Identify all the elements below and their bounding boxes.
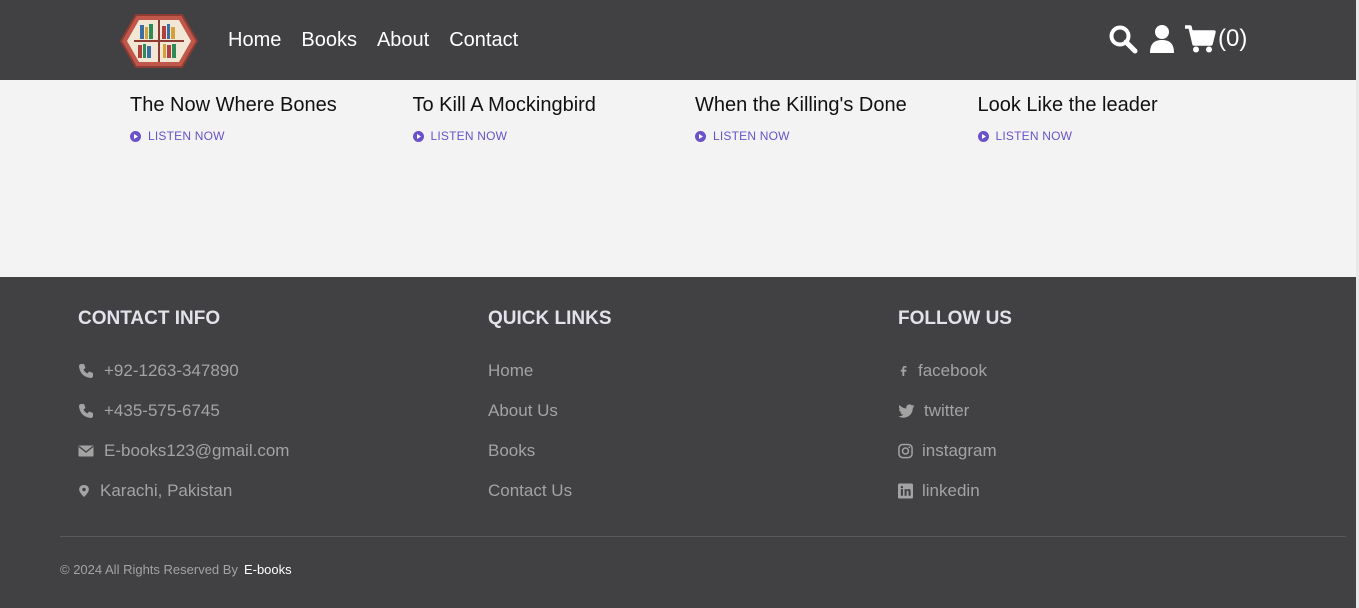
user-icon[interactable] <box>1148 24 1176 54</box>
nav-contact[interactable]: Contact <box>449 28 518 52</box>
social-label: linkedin <box>922 481 980 500</box>
phone-icon <box>79 404 93 418</box>
nav-about[interactable]: About <box>377 28 429 52</box>
linkedin-icon <box>898 483 913 499</box>
social-label: facebook <box>918 361 987 380</box>
social-label: twitter <box>924 401 970 420</box>
phone-icon <box>79 364 93 378</box>
twitter-icon <box>898 404 915 418</box>
site-footer: CONTACT INFO +92-1263-347890 +435-575-67… <box>0 277 1356 608</box>
header-actions: (0) <box>1108 24 1247 54</box>
book-list: The Now Where Bones LISTEN NOW To Kill A… <box>130 92 1260 143</box>
footer-link-contact[interactable]: Contact Us <box>488 479 612 503</box>
listen-now-label: LISTEN NOW <box>430 129 508 143</box>
footer-divider <box>60 536 1346 537</box>
phone-number: +435-575-6745 <box>104 401 220 420</box>
email-address: E-books123@gmail.com <box>104 441 290 460</box>
footer-link-about[interactable]: About Us <box>488 399 612 423</box>
phone-item: +435-575-6745 <box>78 399 289 423</box>
phone-number: +92-1263-347890 <box>104 361 239 380</box>
site-header: Home Books About Contact (0) <box>0 0 1356 80</box>
listen-now-label: LISTEN NOW <box>995 129 1073 143</box>
quick-links-title: QUICK LINKS <box>488 308 612 329</box>
book-title[interactable]: The Now Where Bones <box>130 92 413 118</box>
logo-icon[interactable] <box>120 13 198 69</box>
email-item: E-books123@gmail.com <box>78 439 289 463</box>
social-link-linkedin[interactable]: linkedin <box>898 479 1012 503</box>
listen-now-link[interactable]: LISTEN NOW <box>130 129 413 143</box>
follow-us-title: FOLLOW US <box>898 308 1012 329</box>
play-circle-icon <box>412 130 424 142</box>
facebook-icon <box>900 366 907 376</box>
map-pin-icon <box>79 485 89 497</box>
location-text: Karachi, Pakistan <box>100 481 233 500</box>
contact-info-column: CONTACT INFO +92-1263-347890 +435-575-67… <box>78 307 289 519</box>
book-title[interactable]: When the Killing's Done <box>695 92 978 118</box>
book-card: To Kill A Mockingbird LISTEN NOW <box>412 92 696 143</box>
social-link-twitter[interactable]: twitter <box>898 399 1012 423</box>
contact-info-title: CONTACT INFO <box>78 308 221 329</box>
follow-us-column: FOLLOW US facebook twitter instagram lin… <box>898 307 1012 519</box>
phone-item: +92-1263-347890 <box>78 359 289 383</box>
book-card: Look Like the leader LISTEN NOW <box>977 92 1261 143</box>
listen-now-label: LISTEN NOW <box>148 129 225 143</box>
envelope-icon <box>78 445 94 457</box>
copyright-text: © 2024 All Rights Reserved By <box>60 562 238 577</box>
social-link-facebook[interactable]: facebook <box>898 359 1012 383</box>
nav-home[interactable]: Home <box>228 28 281 52</box>
main-nav: Home Books About Contact <box>228 28 518 52</box>
cart-count[interactable]: (0) <box>1218 24 1247 54</box>
quick-links-column: QUICK LINKS Home About Us Books Contact … <box>488 307 612 519</box>
play-circle-icon <box>130 130 141 142</box>
social-label: instagram <box>922 441 997 460</box>
copyright: © 2024 All Rights Reserved By E-books <box>60 562 292 577</box>
listen-now-link[interactable]: LISTEN NOW <box>695 129 978 143</box>
page: Home Books About Contact (0) The Now Whe… <box>0 0 1359 608</box>
search-icon[interactable] <box>1108 24 1138 54</box>
listen-now-link[interactable]: LISTEN NOW <box>412 129 696 143</box>
cart-icon[interactable] <box>1184 24 1216 54</box>
instagram-icon <box>898 443 913 459</box>
location-item: Karachi, Pakistan <box>78 479 289 503</box>
brand-link[interactable]: E-books <box>244 562 292 577</box>
social-link-instagram[interactable]: instagram <box>898 439 1012 463</box>
footer-link-books[interactable]: Books <box>488 439 612 463</box>
book-title[interactable]: Look Like the leader <box>978 92 1261 118</box>
play-circle-icon <box>977 130 989 142</box>
listen-now-label: LISTEN NOW <box>713 129 790 143</box>
play-circle-icon <box>695 130 706 142</box>
footer-link-home[interactable]: Home <box>488 359 612 383</box>
nav-books[interactable]: Books <box>301 28 357 52</box>
listen-now-link[interactable]: LISTEN NOW <box>977 129 1261 143</box>
book-card: The Now Where Bones LISTEN NOW <box>130 92 413 143</box>
book-card: When the Killing's Done LISTEN NOW <box>695 92 978 143</box>
book-title[interactable]: To Kill A Mockingbird <box>413 92 696 118</box>
